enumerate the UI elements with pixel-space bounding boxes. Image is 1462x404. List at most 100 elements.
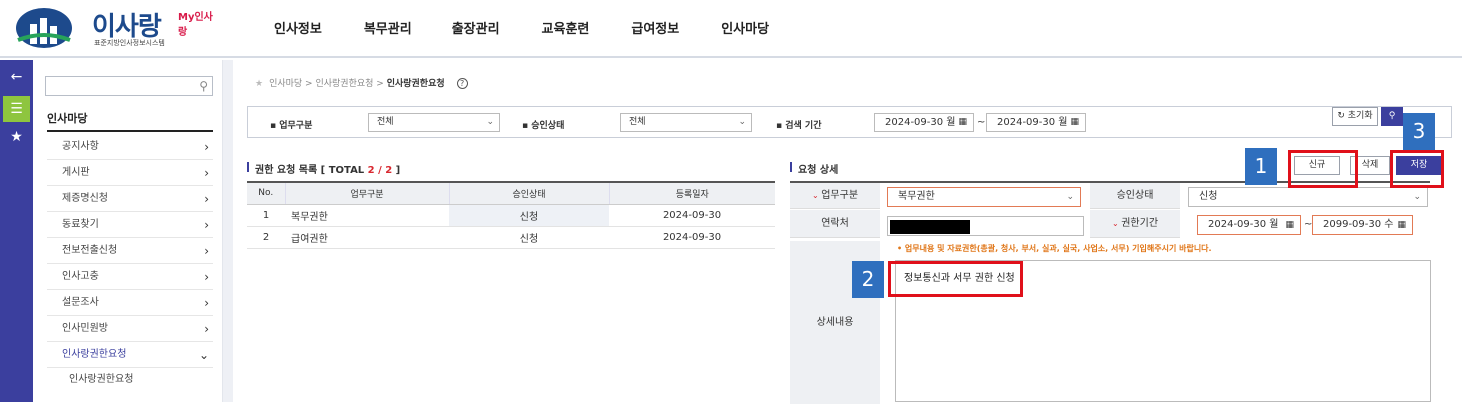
sidebar-title-divider	[47, 130, 213, 132]
search-type-label-text: 업무구분	[279, 121, 313, 131]
cell-type: 복무권한	[285, 204, 449, 227]
chevron-right-icon: ›	[204, 140, 209, 154]
column-header-no: No.	[247, 182, 286, 205]
nav-hr-info[interactable]: 인사정보	[274, 18, 322, 37]
sidebar-item-label: 게시판	[62, 167, 90, 178]
search-panel: ▪ 업무구분 전체 ⌄ ▪ 승인상태 전체 ⌄ ▪ 검색 기간 2024-09-30…	[247, 106, 1452, 138]
column-header-type: 업무구분	[285, 182, 450, 205]
breadcrumb-path: 인사마당 > 인사랑권한요청 >	[269, 79, 387, 89]
logo-building-icon	[16, 8, 72, 48]
search-date-from[interactable]: 2024-09-30 월 ▦	[874, 113, 974, 132]
cell-status: 신청	[449, 226, 609, 249]
sidebar-item-label: 제증명신청	[62, 193, 108, 204]
breadcrumb-current: 인사랑권한요청	[386, 79, 445, 89]
search-icon[interactable]: ⚲	[199, 79, 208, 93]
logo[interactable]: 이사랑 My인사랑 표준지방인사정보시스템	[12, 4, 222, 52]
annotation-badge-1: 1	[1245, 148, 1277, 185]
nav-hr-plaza[interactable]: 인사마당	[721, 18, 769, 37]
nav-training[interactable]: 교육훈련	[542, 18, 590, 37]
column-header-date: 등록일자	[609, 182, 775, 205]
chevron-right-icon: ›	[204, 192, 209, 206]
sidebar-item-civil[interactable]: 인사민원방 ›	[47, 316, 213, 342]
annotation-box-2	[888, 261, 1023, 297]
cell-date: 2024-09-30	[609, 226, 775, 249]
sidebar-subitem-permission-request[interactable]: 인사랑권한요청	[47, 368, 213, 392]
sidebar-gutter	[223, 60, 233, 402]
favorite-star-icon[interactable]: ★	[255, 79, 263, 89]
period-to-value: 2099-09-30 수	[1323, 219, 1394, 230]
calendar-icon[interactable]: ▦	[1285, 216, 1294, 234]
sidebar-item-transfer[interactable]: 전보전출신청 ›	[47, 238, 213, 264]
calendar-icon[interactable]: ▦	[1070, 114, 1079, 131]
status-label: 승인상태	[1090, 183, 1180, 209]
contact-input[interactable]	[887, 216, 1084, 236]
chevron-right-icon: ›	[204, 244, 209, 258]
table-row[interactable]: 1 복무권한 신청 2024-09-30	[247, 204, 775, 227]
search-status-value: 전체	[629, 117, 646, 127]
logo-my-label: My인사랑	[178, 12, 213, 38]
redacted-contact	[890, 220, 970, 234]
nav-service-mgmt[interactable]: 복무관리	[364, 18, 412, 37]
annotation-badge-3: 3	[1403, 113, 1435, 150]
search-status-select[interactable]: 전체 ⌄	[620, 113, 752, 132]
chevron-down-icon: ⌄	[1066, 192, 1074, 202]
cell-date: 2024-09-30	[609, 204, 775, 227]
sidebar-item-find-colleague[interactable]: 동료찾기 ›	[47, 212, 213, 238]
calendar-icon[interactable]: ▦	[1397, 216, 1406, 234]
sidebar-item-certificate[interactable]: 제증명신청 ›	[47, 186, 213, 212]
star-icon[interactable]: ★	[3, 124, 30, 150]
search-button[interactable]: ⚲	[1381, 107, 1403, 126]
detail-section-title: 요청 상세	[790, 161, 838, 176]
period-from-date[interactable]: 2024-09-30 월 ▦	[1197, 215, 1301, 235]
sidebar-item-label: 인사랑권한요청	[62, 349, 127, 360]
sidebar-search-input[interactable]: ⚲	[45, 76, 213, 96]
chevron-right-icon: ›	[204, 218, 209, 232]
global-nav: 인사정보 복무관리 출장관리 교육훈련 급여정보 인사마당	[274, 18, 811, 37]
back-arrow-icon[interactable]: ←	[3, 64, 30, 90]
search-date-to[interactable]: 2024-09-30 월 ▦	[986, 113, 1086, 132]
sidebar-item-label: 인사민원방	[62, 323, 108, 334]
period-from-value: 2024-09-30 월	[1208, 219, 1279, 230]
top-header: 이사랑 My인사랑 표준지방인사정보시스템 인사정보 복무관리 출장관리 교육훈…	[0, 0, 1462, 58]
period-to-date[interactable]: 2099-09-30 수 ▦	[1312, 215, 1413, 235]
sidebar-title: 인사마당	[47, 112, 88, 125]
search-icon: ⚲	[1388, 111, 1396, 121]
chevron-right-icon: ›	[204, 322, 209, 336]
search-type-select[interactable]: 전체 ⌄	[368, 113, 500, 132]
table-row[interactable]: 2 급여권한 신청 2024-09-30	[247, 226, 775, 249]
period-label-text: 권한기간	[1121, 218, 1159, 229]
cell-type: 급여권한	[285, 226, 449, 249]
type-select[interactable]: 복무권한 ⌄	[887, 187, 1081, 207]
required-mark: ⌄	[811, 191, 822, 200]
permission-request-table: No. 업무구분 승인상태 등록일자 1 복무권한 신청 2024-09-30 …	[247, 181, 775, 249]
calendar-icon[interactable]: ▦	[958, 114, 967, 131]
sidebar-item-notice[interactable]: 공지사항 ›	[47, 134, 213, 160]
cell-no: 1	[247, 204, 285, 227]
date-range-tilde: ~	[977, 117, 986, 128]
sidebar: ⚲ 인사마당 공지사항 › 게시판 › 제증명신청 › 동료찾기 › 전보전출신청 › 인…	[33, 60, 223, 402]
table-header-row: No. 업무구분 승인상태 등록일자	[247, 182, 775, 205]
chevron-down-icon: ⌄	[198, 348, 209, 362]
sidebar-item-survey[interactable]: 설문조사 ›	[47, 290, 213, 316]
list-title-suffix: ]	[392, 165, 401, 176]
search-status-label: ▪ 승인상태	[522, 121, 565, 131]
nav-trip-mgmt[interactable]: 출장관리	[452, 18, 500, 37]
sidebar-item-label: 전보전출신청	[62, 245, 118, 256]
type-select-value: 복무권한	[898, 191, 935, 202]
detail-notice: • 업무내용 및 자료권한(총괄, 청사, 부서, 실과, 실국, 사업소, 서…	[897, 244, 1212, 253]
cell-status: 신청	[449, 204, 609, 227]
sidebar-item-grievance[interactable]: 인사고충 ›	[47, 264, 213, 290]
reset-button[interactable]: ↻ 초기화	[1332, 107, 1378, 126]
sidebar-item-label: 동료찾기	[62, 219, 99, 230]
required-mark: ⌄	[1111, 219, 1122, 228]
list-total-count: 2 / 2	[367, 165, 393, 176]
sidebar-item-permission-request[interactable]: 인사랑권한요청 ⌄	[47, 342, 213, 368]
reset-button-label: 초기화	[1347, 111, 1373, 121]
annotation-badge-2: 2	[852, 261, 884, 298]
chevron-right-icon: ›	[204, 270, 209, 284]
help-icon[interactable]: ?	[456, 78, 468, 89]
status-select[interactable]: 신청 ⌄	[1188, 187, 1428, 207]
list-icon[interactable]: ☰	[3, 96, 30, 122]
sidebar-item-board[interactable]: 게시판 ›	[47, 160, 213, 186]
nav-salary-info[interactable]: 급여정보	[631, 18, 679, 37]
